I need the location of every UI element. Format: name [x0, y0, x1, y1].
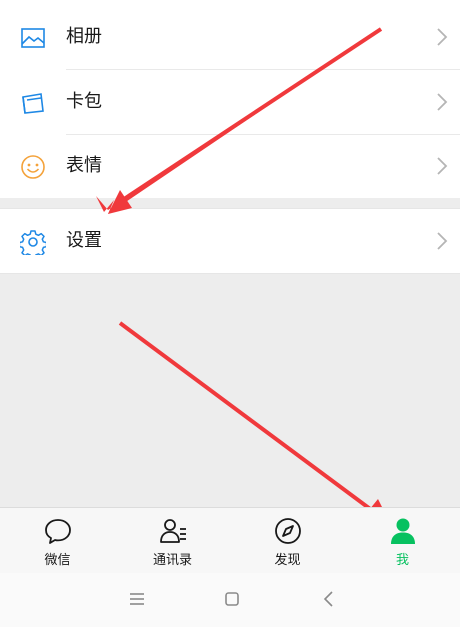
menu-item-label: 相册 [66, 26, 102, 47]
contacts-icon [160, 519, 186, 543]
menu-item-cards[interactable]: 卡包 [0, 70, 460, 134]
tab-label: 微信 [44, 553, 71, 568]
home-icon[interactable] [221, 588, 243, 610]
photo-icon [21, 28, 45, 48]
menu-item-album[interactable]: 相册 [0, 5, 460, 69]
gear-icon [20, 230, 46, 255]
menu-item-settings[interactable]: 设置 [0, 209, 460, 273]
chat-bubble-icon [45, 519, 71, 544]
menu-item-label: 设置 [66, 230, 102, 251]
settings-group: 设置 [0, 208, 460, 274]
card-wallet-icon [22, 93, 44, 114]
chevron-right-icon [437, 93, 448, 111]
tab-wechat[interactable]: 微信 [0, 508, 115, 574]
tab-label: 通讯录 [152, 553, 192, 568]
back-icon[interactable] [318, 588, 340, 610]
chevron-right-icon [437, 28, 448, 46]
tab-me[interactable]: 我 [345, 508, 460, 574]
system-nav-bar [0, 573, 460, 627]
tab-bar: 微信 通讯录 发现 我 [0, 507, 460, 574]
menu-item-label: 卡包 [66, 91, 102, 112]
person-icon [391, 518, 415, 544]
tab-contacts[interactable]: 通讯录 [115, 508, 230, 574]
menu-item-stickers[interactable]: 表情 [0, 134, 460, 198]
menu-item-label: 表情 [66, 155, 102, 176]
compass-icon [275, 518, 301, 544]
tab-label: 发现 [274, 553, 301, 568]
chevron-right-icon [437, 157, 448, 175]
smiley-icon [21, 155, 45, 179]
menu-icon[interactable] [126, 588, 148, 610]
tab-label: 我 [395, 553, 409, 568]
tab-discover[interactable]: 发现 [230, 508, 345, 574]
me-menu-group: 相册 卡包 表情 [0, 0, 460, 198]
chevron-right-icon [437, 232, 448, 250]
